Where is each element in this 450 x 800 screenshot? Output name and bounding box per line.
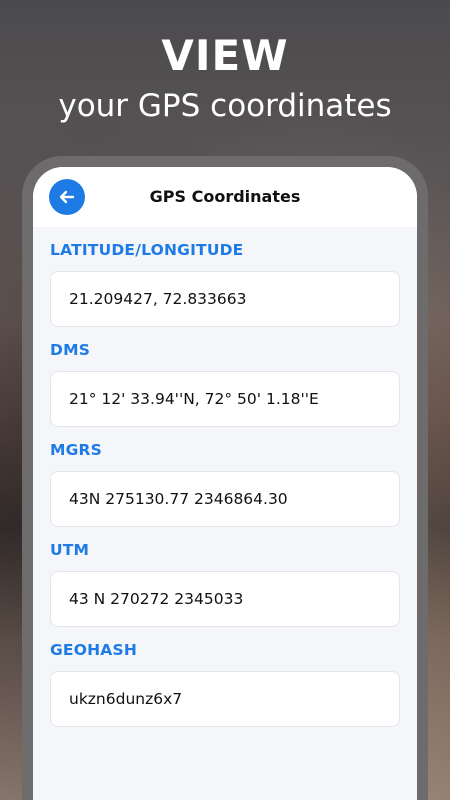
section-mgrs: MGRS 43N 275130.77 2346864.30 [50, 439, 400, 527]
promo-subheadline: your GPS coordinates [58, 88, 392, 124]
section-dms: DMS 21° 12' 33.94''N, 72° 50' 1.18''E [50, 339, 400, 427]
coordinates-list: LATITUDE/LONGITUDE 21.209427, 72.833663 … [50, 239, 400, 739]
section-utm: UTM 43 N 270272 2345033 [50, 539, 400, 627]
promo-headline-block: VIEW your GPS coordinates [0, 30, 450, 126]
promo-headline: VIEW [161, 31, 289, 80]
section-label: LATITUDE/LONGITUDE [50, 241, 244, 259]
section-label: GEOHASH [50, 641, 137, 659]
lat-long-value[interactable]: 21.209427, 72.833663 [50, 271, 400, 327]
section-label: DMS [50, 341, 91, 359]
section-geohash: GEOHASH ukzn6dunz6x7 [50, 639, 400, 727]
section-label: MGRS [50, 441, 103, 459]
section-label: UTM [50, 541, 90, 559]
arrow-left-icon [59, 190, 75, 204]
app-bar: GPS Coordinates [33, 167, 417, 227]
mgrs-value[interactable]: 43N 275130.77 2346864.30 [50, 471, 400, 527]
section-lat-long: LATITUDE/LONGITUDE 21.209427, 72.833663 [50, 239, 400, 327]
page-title: GPS Coordinates [149, 187, 301, 206]
utm-value[interactable]: 43 N 270272 2345033 [50, 571, 400, 627]
geohash-value[interactable]: ukzn6dunz6x7 [50, 671, 400, 727]
dms-value[interactable]: 21° 12' 33.94''N, 72° 50' 1.18''E [50, 371, 400, 427]
back-button[interactable] [49, 179, 85, 215]
phone-screen: GPS Coordinates LATITUDE/LONGITUDE 21.20… [33, 167, 417, 800]
